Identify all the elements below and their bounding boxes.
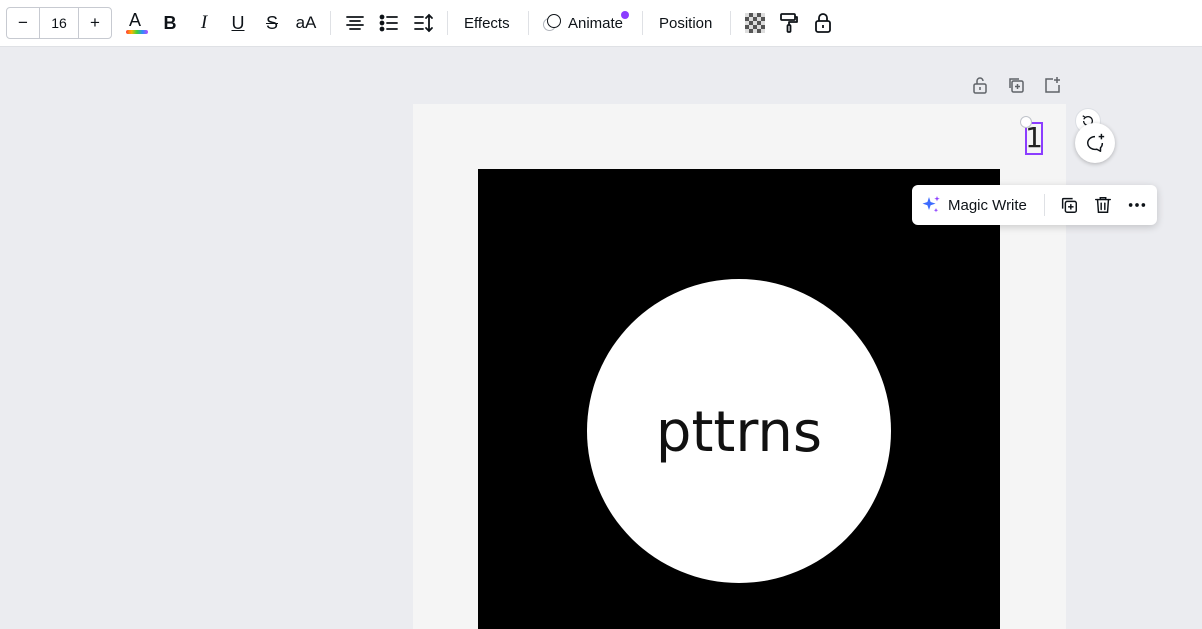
strikethrough-button[interactable]: S (259, 10, 285, 36)
bold-button[interactable]: B (157, 10, 183, 36)
toolbar-divider (730, 11, 731, 35)
position-button[interactable]: Position (659, 9, 712, 37)
effects-button[interactable]: Effects (464, 9, 510, 37)
animate-button[interactable]: Animate (542, 9, 629, 37)
new-badge-dot (621, 11, 629, 19)
text-color-button[interactable]: A (123, 10, 149, 36)
align-center-icon (346, 16, 364, 30)
paint-roller-icon (780, 13, 798, 33)
magic-write-button[interactable]: Magic Write (920, 191, 1027, 219)
text-color-icon: A (124, 10, 148, 36)
more-icon (1128, 203, 1146, 207)
toolbar-divider (447, 11, 448, 35)
text-toolbar: − 16 + A B I U S aA Effects Animate Posi… (0, 0, 1202, 47)
add-page-button[interactable] (1042, 75, 1062, 95)
resize-handle[interactable] (1020, 116, 1032, 128)
position-label: Position (659, 14, 713, 32)
unlock-page-button[interactable] (970, 75, 990, 95)
comment-icon (1087, 133, 1105, 152)
underline-icon: U (231, 12, 245, 33)
duplicate-icon (1061, 197, 1077, 213)
animate-label: Animate (568, 14, 624, 32)
transparency-icon (745, 13, 765, 33)
logo-text[interactable]: pttrns (656, 400, 822, 465)
copy-style-button[interactable] (776, 10, 802, 36)
lock-button[interactable] (810, 10, 836, 36)
element-context-menu: Magic Write (912, 185, 1157, 225)
duplicate-page-button[interactable] (1006, 75, 1026, 95)
toolbar-divider (528, 11, 529, 35)
spacing-icon (414, 13, 433, 33)
magic-write-label: Magic Write (948, 196, 1027, 214)
font-size-increment-button[interactable]: + (79, 8, 111, 38)
effects-label: Effects (464, 14, 510, 32)
white-circle[interactable]: pttrns (587, 279, 891, 583)
underline-button[interactable]: U (225, 10, 251, 36)
text-color-letter: A (129, 10, 142, 30)
unlock-icon (973, 77, 987, 94)
spacing-button[interactable] (410, 10, 436, 36)
duplicate-page-icon (1009, 78, 1024, 93)
font-size-decrement-button[interactable]: − (7, 8, 39, 38)
toolbar-divider (642, 11, 643, 35)
letter-case-icon: aA (295, 13, 317, 32)
list-icon (379, 14, 398, 32)
sparkle-icon (922, 196, 940, 213)
add-comment-button[interactable] (1075, 123, 1115, 163)
more-options-button[interactable] (1125, 193, 1149, 217)
add-page-icon (1045, 77, 1060, 93)
trash-icon (1095, 197, 1111, 213)
align-center-button[interactable] (342, 10, 368, 36)
toolbar-divider (330, 11, 331, 35)
context-menu-divider (1044, 194, 1045, 216)
list-button[interactable] (376, 10, 402, 36)
bold-icon: B (163, 12, 177, 33)
lock-icon (815, 13, 831, 33)
letter-case-button[interactable]: aA (292, 10, 320, 36)
animate-icon (542, 13, 562, 33)
duplicate-button[interactable] (1057, 193, 1081, 217)
delete-button[interactable] (1091, 193, 1115, 217)
italic-icon: I (200, 12, 208, 33)
font-size-input[interactable]: 16 (39, 8, 79, 38)
transparency-button[interactable] (742, 10, 768, 36)
strikethrough-icon: S (265, 12, 278, 33)
italic-button[interactable]: I (191, 10, 217, 36)
font-size-stepper[interactable]: − 16 + (6, 7, 112, 39)
